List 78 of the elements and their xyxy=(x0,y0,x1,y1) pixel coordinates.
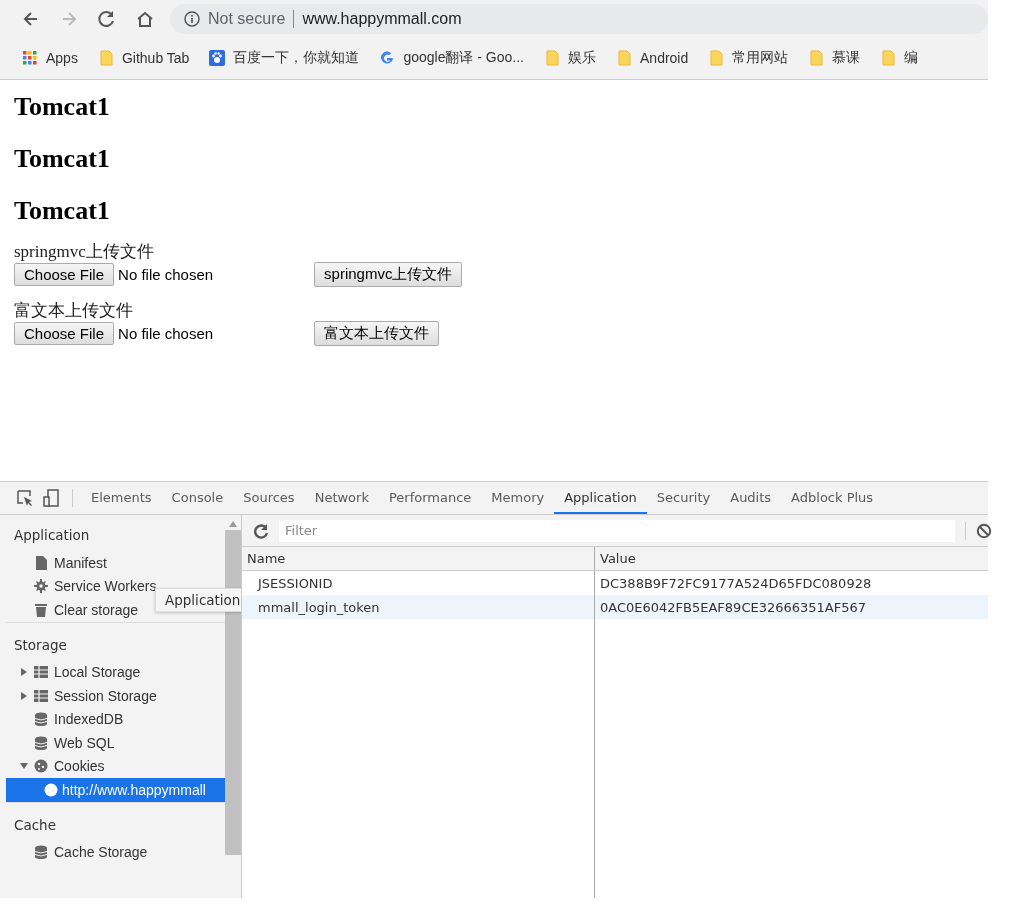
section-title: Application xyxy=(14,527,91,543)
column-header[interactable]: Name xyxy=(242,547,595,570)
trash-icon xyxy=(34,602,48,617)
sidebar-item[interactable]: Cookies xyxy=(6,754,225,778)
sidebar-item[interactable]: http://www.happymmall xyxy=(6,778,225,802)
reload-icon xyxy=(97,9,117,29)
upload-button[interactable]: 富文本上传文件 xyxy=(314,321,440,346)
table-icon xyxy=(34,665,48,680)
refresh-icon xyxy=(253,522,269,539)
upload-button[interactable]: springmvc上传文件 xyxy=(314,262,463,287)
file-status: No file chosen xyxy=(118,266,215,283)
folder-icon xyxy=(97,50,114,66)
devtools-tab[interactable]: Elements xyxy=(81,482,162,514)
folder-icon xyxy=(708,50,725,66)
home-icon xyxy=(135,9,155,29)
page-heading: Tomcat1 xyxy=(14,144,111,174)
clear-icon xyxy=(976,522,992,539)
devtools-tab[interactable]: Sources xyxy=(233,482,305,514)
folder-icon xyxy=(544,50,560,66)
info-icon xyxy=(184,11,200,27)
choose-file-button[interactable]: Choose File xyxy=(14,263,115,286)
devtools-tab[interactable]: Memory xyxy=(481,482,555,514)
database-icon xyxy=(34,845,48,860)
collapsed-arrow-icon xyxy=(20,668,28,677)
address-bar[interactable]: Not secure www.happymmall.com xyxy=(170,4,988,34)
bookmark[interactable]: 慕课 xyxy=(808,49,861,67)
tooltip: Application xyxy=(155,588,241,612)
folder-icon xyxy=(808,50,825,66)
sidebar-item[interactable]: Web SQL xyxy=(6,731,225,755)
bookmark[interactable]: Apps xyxy=(22,50,78,66)
scroll-up-icon xyxy=(229,521,237,527)
column-header[interactable]: Value xyxy=(595,547,988,570)
collapsed-arrow-icon xyxy=(20,691,28,700)
filter-field[interactable]: Filter xyxy=(279,519,955,542)
devtools-tab[interactable]: Console xyxy=(161,482,234,514)
devtools-tab[interactable]: Performance xyxy=(378,482,482,514)
form-label: springmvc上传文件 xyxy=(14,242,155,262)
sidebar-item[interactable]: Session Storage xyxy=(6,684,225,708)
google-g-icon xyxy=(379,50,396,66)
inspect-icon xyxy=(16,489,34,507)
section-title: Cache xyxy=(14,816,57,833)
database-icon xyxy=(34,735,48,750)
security-label: Not secure xyxy=(208,10,286,28)
folder-icon xyxy=(616,50,632,66)
expanded-arrow-icon xyxy=(20,762,28,771)
gear-icon xyxy=(34,579,48,594)
devtools-tab[interactable]: Audits xyxy=(720,482,782,514)
apps-grid-icon xyxy=(22,50,38,66)
bookmark[interactable]: 娱乐 xyxy=(544,49,596,67)
devtools-tab[interactable]: Adblock Plus xyxy=(781,482,884,514)
bookmark[interactable]: Android xyxy=(616,50,689,66)
paw-icon xyxy=(209,50,226,66)
cookie-icon xyxy=(44,782,58,797)
file-icon xyxy=(34,555,48,570)
database-icon xyxy=(34,712,48,727)
file-status: No file chosen xyxy=(118,325,215,342)
table-row[interactable]: mmall_login_token 0AC0E6042FB5EAF89CE32666351AF567 xyxy=(242,595,988,619)
url-text: www.happymmall.com xyxy=(302,10,462,28)
page-heading: Tomcat1 xyxy=(14,92,111,122)
devtools-tab[interactable]: Network xyxy=(304,482,379,514)
bookmark[interactable]: Github Tab xyxy=(97,50,190,66)
sidebar-item[interactable]: Local Storage xyxy=(6,660,225,684)
sidebar-item[interactable]: Manifest xyxy=(6,551,225,575)
bookmark[interactable]: 百度一下，你就知道 xyxy=(209,49,360,67)
section-title: Storage xyxy=(14,636,68,653)
cookie-icon xyxy=(34,759,48,774)
sidebar-item[interactable]: IndexedDB xyxy=(6,707,225,731)
device-icon xyxy=(42,489,60,507)
devtools-tab[interactable]: Security xyxy=(646,482,721,514)
folder-icon xyxy=(880,50,897,66)
bookmark[interactable]: 编 xyxy=(880,49,919,67)
sidebar-item[interactable]: Cache Storage xyxy=(6,840,225,864)
page-heading: Tomcat1 xyxy=(14,196,111,226)
form-label: 富文本上传文件 xyxy=(14,301,134,321)
choose-file-button[interactable]: Choose File xyxy=(14,322,115,345)
bookmark[interactable]: 常用网站 xyxy=(708,49,789,67)
bookmark[interactable]: google翻译 - Goo... xyxy=(379,49,524,67)
table-icon xyxy=(34,688,48,703)
